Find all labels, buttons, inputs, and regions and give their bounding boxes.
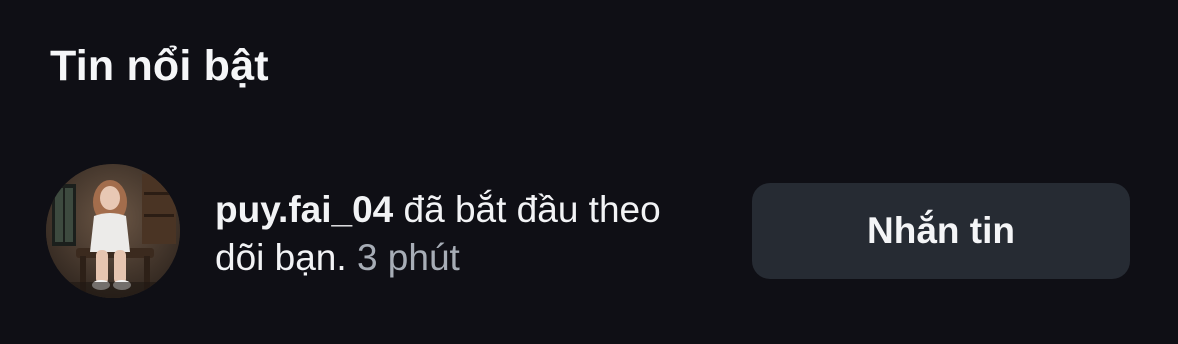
avatar[interactable] — [46, 164, 180, 298]
section-title: Tin nổi bật — [50, 42, 269, 90]
username-link[interactable]: puy.fai_04 — [215, 189, 393, 230]
activity-page: Tin nổi bật puy.fai_04 đã bắt đầu theo d… — [0, 0, 1178, 344]
follow-notification[interactable]: puy.fai_04 đã bắt đầu theo dõi bạn. 3 ph… — [46, 164, 1136, 300]
notification-text: puy.fai_04 đã bắt đầu theo dõi bạn. 3 ph… — [215, 186, 695, 282]
profile-photo-icon — [46, 164, 180, 298]
message-button[interactable]: Nhắn tin — [752, 183, 1130, 279]
notification-time: 3 phút — [356, 237, 460, 278]
